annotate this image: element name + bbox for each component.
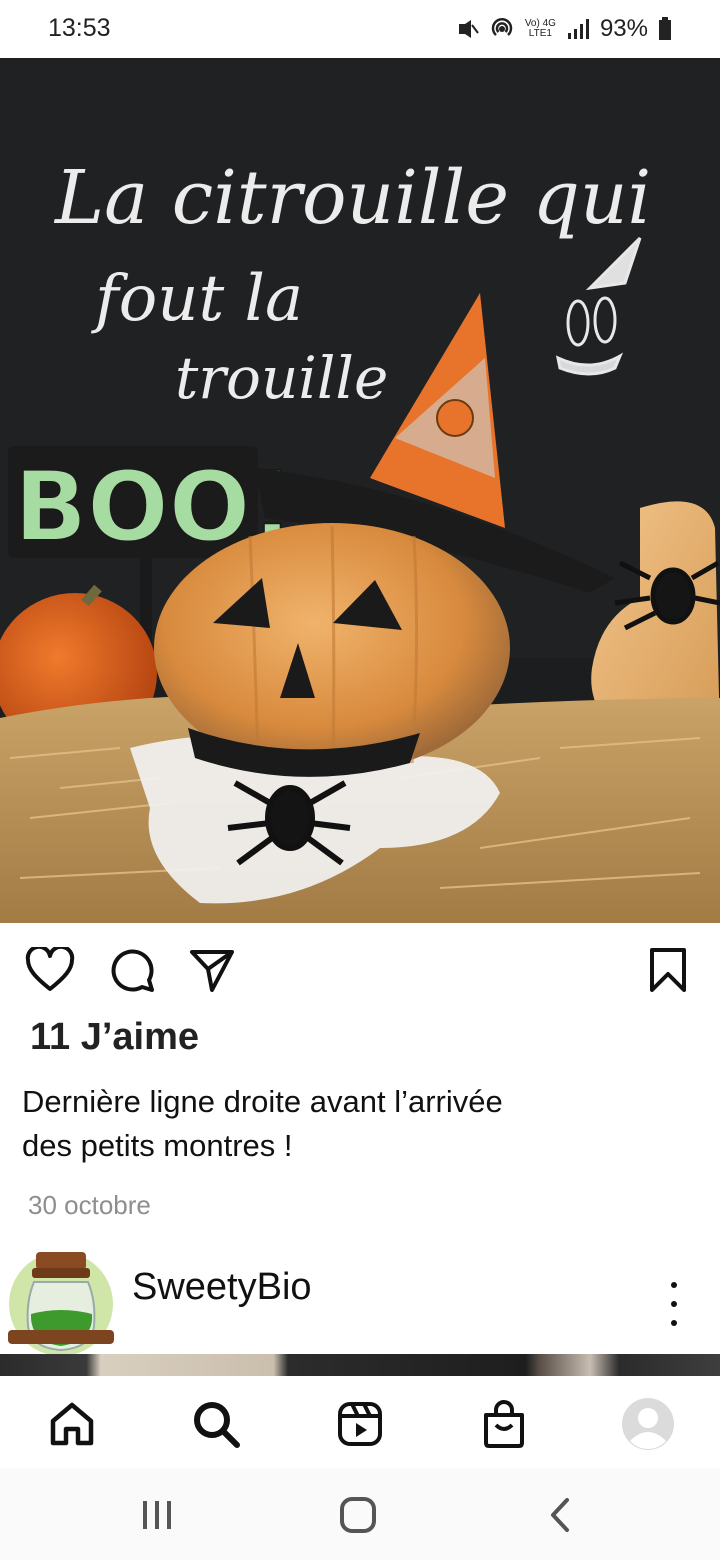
- share-button[interactable]: [186, 944, 238, 996]
- search-icon: [194, 1402, 240, 1448]
- mute-vibrate-icon: [458, 20, 479, 38]
- chalk-line-2: fout la: [91, 262, 303, 336]
- more-dot-icon: [671, 1320, 677, 1326]
- heart-icon: [25, 947, 75, 991]
- status-bar: 13:53 Vo) 4G LTE1 93%: [0, 0, 720, 58]
- caption-line-2: des petits montres !: [22, 1128, 293, 1163]
- jar-logo-icon: [8, 1252, 114, 1356]
- status-icons: Vo) 4G LTE1 93%: [455, 14, 672, 44]
- bookmark-icon: [650, 948, 686, 992]
- avatar[interactable]: [6, 1246, 116, 1356]
- post-actions: [0, 930, 720, 1010]
- post-caption: Dernière ligne droite avant l’arrivée de…: [22, 1080, 682, 1168]
- share-icon: [190, 950, 234, 992]
- post-date: 30 octobre: [28, 1190, 151, 1220]
- battery-icon: [659, 17, 671, 40]
- network-bottom-label: LTE1: [528, 28, 552, 39]
- shop-icon: [484, 1400, 524, 1448]
- home-icon: [50, 1402, 94, 1446]
- next-post-image-preview[interactable]: [0, 1354, 720, 1376]
- more-options-button[interactable]: [656, 1282, 692, 1326]
- comment-button[interactable]: [106, 944, 158, 996]
- more-dot-icon: [671, 1282, 677, 1288]
- recents-button[interactable]: [127, 1490, 187, 1540]
- more-dot-icon: [671, 1301, 677, 1307]
- volte-icon: Vo) 4G LTE1: [525, 19, 556, 39]
- tab-shop[interactable]: [474, 1394, 534, 1454]
- save-button[interactable]: [642, 944, 694, 996]
- tab-profile[interactable]: [618, 1394, 678, 1454]
- bottom-tab-bar: [0, 1376, 720, 1468]
- post-photo: La citrouille qui fout la trouille BOO!: [0, 58, 720, 923]
- signal-icon: [567, 19, 589, 39]
- post-image[interactable]: La citrouille qui fout la trouille BOO!: [0, 58, 720, 923]
- home-circle-icon: [340, 1497, 376, 1533]
- status-time: 13:53: [48, 14, 111, 42]
- comment-icon: [111, 949, 154, 992]
- tab-reels[interactable]: [330, 1394, 390, 1454]
- chalk-line-1: La citrouille qui: [53, 155, 651, 241]
- tab-search[interactable]: [186, 1394, 246, 1454]
- likes-count[interactable]: 11 J’aime: [30, 1016, 199, 1059]
- chalk-line-3: trouille: [175, 344, 388, 412]
- caption-line-1: Dernière ligne droite avant l’arrivée: [22, 1084, 503, 1119]
- next-post-header: SweetyBio: [0, 1240, 720, 1358]
- system-home-button[interactable]: [328, 1490, 388, 1540]
- profile-icon: [622, 1398, 674, 1450]
- back-button[interactable]: [530, 1490, 590, 1540]
- battery-percent: 93%: [599, 15, 648, 42]
- hotspot-icon: [491, 18, 513, 36]
- tab-home[interactable]: [42, 1394, 102, 1454]
- recents-icon: [143, 1501, 171, 1529]
- like-button[interactable]: [24, 944, 76, 996]
- back-icon: [551, 1498, 569, 1532]
- system-navigation-bar: [0, 1468, 720, 1560]
- username[interactable]: SweetyBio: [132, 1266, 312, 1309]
- reels-icon: [338, 1402, 382, 1446]
